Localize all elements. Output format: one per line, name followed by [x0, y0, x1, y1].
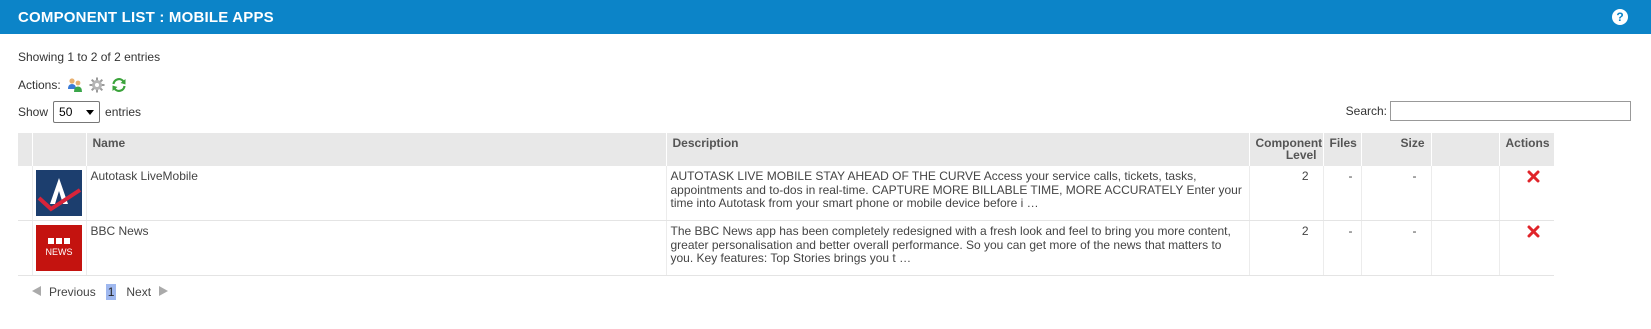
row-size: -	[1360, 220, 1431, 276]
row-name[interactable]: Autotask LiveMobile	[85, 166, 666, 221]
page-header: COMPONENT LIST : MOBILE APPS ?	[0, 0, 1651, 34]
entries-info: Showing 1 to 2 of 2 entries	[18, 50, 161, 64]
col-blank-header	[1430, 133, 1499, 166]
row-blank	[1430, 220, 1499, 276]
logo-cell	[31, 166, 86, 221]
delete-icon[interactable]	[1527, 170, 1540, 187]
refresh-icon[interactable]	[111, 77, 127, 93]
row-files: -	[1322, 166, 1361, 221]
row-select-cell[interactable]	[18, 220, 32, 276]
row-select-cell[interactable]	[18, 166, 32, 221]
search-control: Search:	[1346, 101, 1631, 121]
previous-button[interactable]: Previous	[49, 285, 96, 299]
entries-label: entries	[105, 105, 142, 119]
col-files-header[interactable]: Files	[1322, 133, 1361, 166]
page-title: COMPONENT LIST : MOBILE APPS	[18, 8, 274, 26]
col-level-header[interactable]: Component Level	[1248, 133, 1323, 166]
users-icon[interactable]	[67, 77, 83, 93]
search-input[interactable]	[1390, 101, 1631, 121]
table-row[interactable]: Autotask LiveMobile AUTOTASK LIVE MOBILE…	[18, 166, 1554, 221]
row-blank	[1430, 166, 1499, 221]
row-actions	[1498, 166, 1554, 221]
table-row[interactable]: NEWS BBC News The BBC News app has been …	[18, 220, 1554, 276]
row-level: 2	[1248, 166, 1323, 221]
logo-cell: NEWS	[31, 220, 86, 276]
page-length-control: Show 50 entries	[18, 101, 141, 123]
col-description-header[interactable]: Description	[665, 133, 1249, 166]
col-select-header[interactable]	[18, 133, 32, 166]
actions-bar: Actions:	[18, 77, 133, 93]
actions-label: Actions:	[18, 78, 61, 92]
dropdown-arrow-icon	[86, 105, 95, 119]
page-1-button[interactable]: 1	[105, 284, 117, 300]
col-logo-header	[31, 133, 86, 166]
page-length-select[interactable]: 50	[53, 101, 101, 123]
row-size: -	[1360, 166, 1431, 221]
row-level: 2	[1248, 220, 1323, 276]
gear-icon[interactable]	[89, 77, 105, 93]
col-name-header[interactable]: Name	[85, 133, 666, 166]
next-arrow-icon[interactable]	[158, 285, 170, 300]
logo-text-news: NEWS	[45, 247, 72, 257]
row-name[interactable]: BBC News	[85, 220, 666, 276]
pagination: Previous 1 Next	[30, 284, 170, 300]
next-button[interactable]: Next	[126, 285, 151, 299]
row-files: -	[1322, 220, 1361, 276]
delete-icon[interactable]	[1527, 225, 1540, 242]
bbc-news-logo: NEWS	[35, 225, 82, 271]
component-table: Name Description Component Level Files S…	[18, 133, 1554, 276]
page-length-value: 50	[59, 105, 73, 119]
autotask-logo	[35, 170, 82, 216]
col-size-header[interactable]: Size	[1360, 133, 1431, 166]
col-actions-header: Actions	[1498, 133, 1554, 166]
row-actions	[1498, 220, 1554, 276]
row-description: AUTOTASK LIVE MOBILE STAY AHEAD OF THE C…	[665, 166, 1249, 221]
previous-arrow-icon[interactable]	[30, 285, 42, 300]
table-header-row: Name Description Component Level Files S…	[18, 133, 1554, 166]
show-label: Show	[18, 105, 49, 119]
help-icon[interactable]: ?	[1612, 9, 1628, 25]
search-label: Search:	[1345, 104, 1387, 118]
row-description: The BBC News app has been completely red…	[665, 220, 1249, 276]
